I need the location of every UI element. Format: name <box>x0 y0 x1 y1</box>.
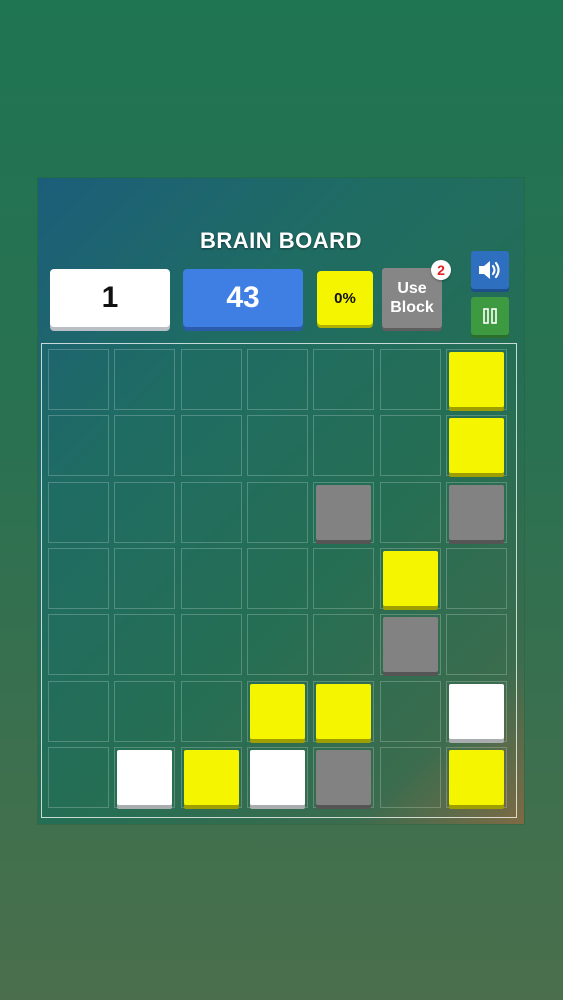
gray-tile[interactable] <box>382 617 438 673</box>
board-cell[interactable] <box>114 349 176 410</box>
white-tile[interactable] <box>249 749 305 805</box>
white-tile[interactable] <box>448 683 504 739</box>
game-board <box>41 343 517 818</box>
use-block-label-line2: Block <box>390 299 434 316</box>
speaker-icon <box>479 261 500 279</box>
board-cell[interactable] <box>379 349 441 410</box>
board-cell[interactable] <box>313 349 375 410</box>
board-cell[interactable] <box>445 547 507 609</box>
board-cell[interactable] <box>246 415 308 477</box>
gray-tile[interactable] <box>448 484 504 540</box>
game-title: BRAIN BOARD <box>200 228 362 253</box>
gray-tile[interactable] <box>316 749 372 805</box>
pause-icon <box>483 308 497 324</box>
board-cell[interactable] <box>114 481 176 543</box>
board-cell[interactable] <box>246 349 308 410</box>
board-cell[interactable] <box>114 614 176 676</box>
board-cell[interactable] <box>379 680 441 742</box>
board-cell[interactable] <box>180 415 242 477</box>
sound-button[interactable] <box>471 251 509 289</box>
gray-tile[interactable] <box>316 484 372 540</box>
white-tile[interactable] <box>117 749 173 805</box>
board-cell[interactable] <box>48 415 109 477</box>
board-cell[interactable] <box>379 481 441 543</box>
board-cell[interactable] <box>379 415 441 477</box>
level-display: 1 <box>50 269 170 327</box>
pause-button[interactable] <box>471 297 509 335</box>
yellow-tile[interactable] <box>316 683 372 739</box>
board-cell[interactable] <box>379 746 441 808</box>
progress-percent: 0% <box>317 271 373 325</box>
board-cell[interactable] <box>48 547 109 609</box>
board-cell[interactable] <box>114 680 176 742</box>
board-cell[interactable] <box>48 349 109 410</box>
board-cell[interactable] <box>180 614 242 676</box>
board-cell[interactable] <box>246 547 308 609</box>
board-cell[interactable] <box>180 481 242 543</box>
board-cell[interactable] <box>180 349 242 410</box>
yellow-tile[interactable] <box>382 550 438 606</box>
yellow-tile[interactable] <box>183 749 239 805</box>
board-cell[interactable] <box>114 547 176 609</box>
board-cell[interactable] <box>180 547 242 609</box>
board-cell[interactable] <box>114 415 176 477</box>
board-cell[interactable] <box>313 547 375 609</box>
moves-counter: 43 <box>183 269 303 327</box>
board-cell[interactable] <box>48 481 109 543</box>
yellow-tile[interactable] <box>448 418 504 474</box>
board-cell[interactable] <box>313 614 375 676</box>
game-panel: BRAIN BOARD 1 43 0% Use Block 2 <box>38 178 524 824</box>
yellow-tile[interactable] <box>448 352 504 407</box>
board-cell[interactable] <box>313 415 375 477</box>
board-cell[interactable] <box>246 614 308 676</box>
use-block-count-badge: 2 <box>431 260 451 280</box>
board-cell[interactable] <box>48 746 109 808</box>
board-cell[interactable] <box>445 614 507 676</box>
use-block-label-line1: Use <box>397 280 427 297</box>
board-cell[interactable] <box>246 481 308 543</box>
board-cell[interactable] <box>180 680 242 742</box>
board-cell[interactable] <box>48 614 109 676</box>
yellow-tile[interactable] <box>448 749 504 805</box>
yellow-tile[interactable] <box>249 683 305 739</box>
board-cell[interactable] <box>48 680 109 742</box>
